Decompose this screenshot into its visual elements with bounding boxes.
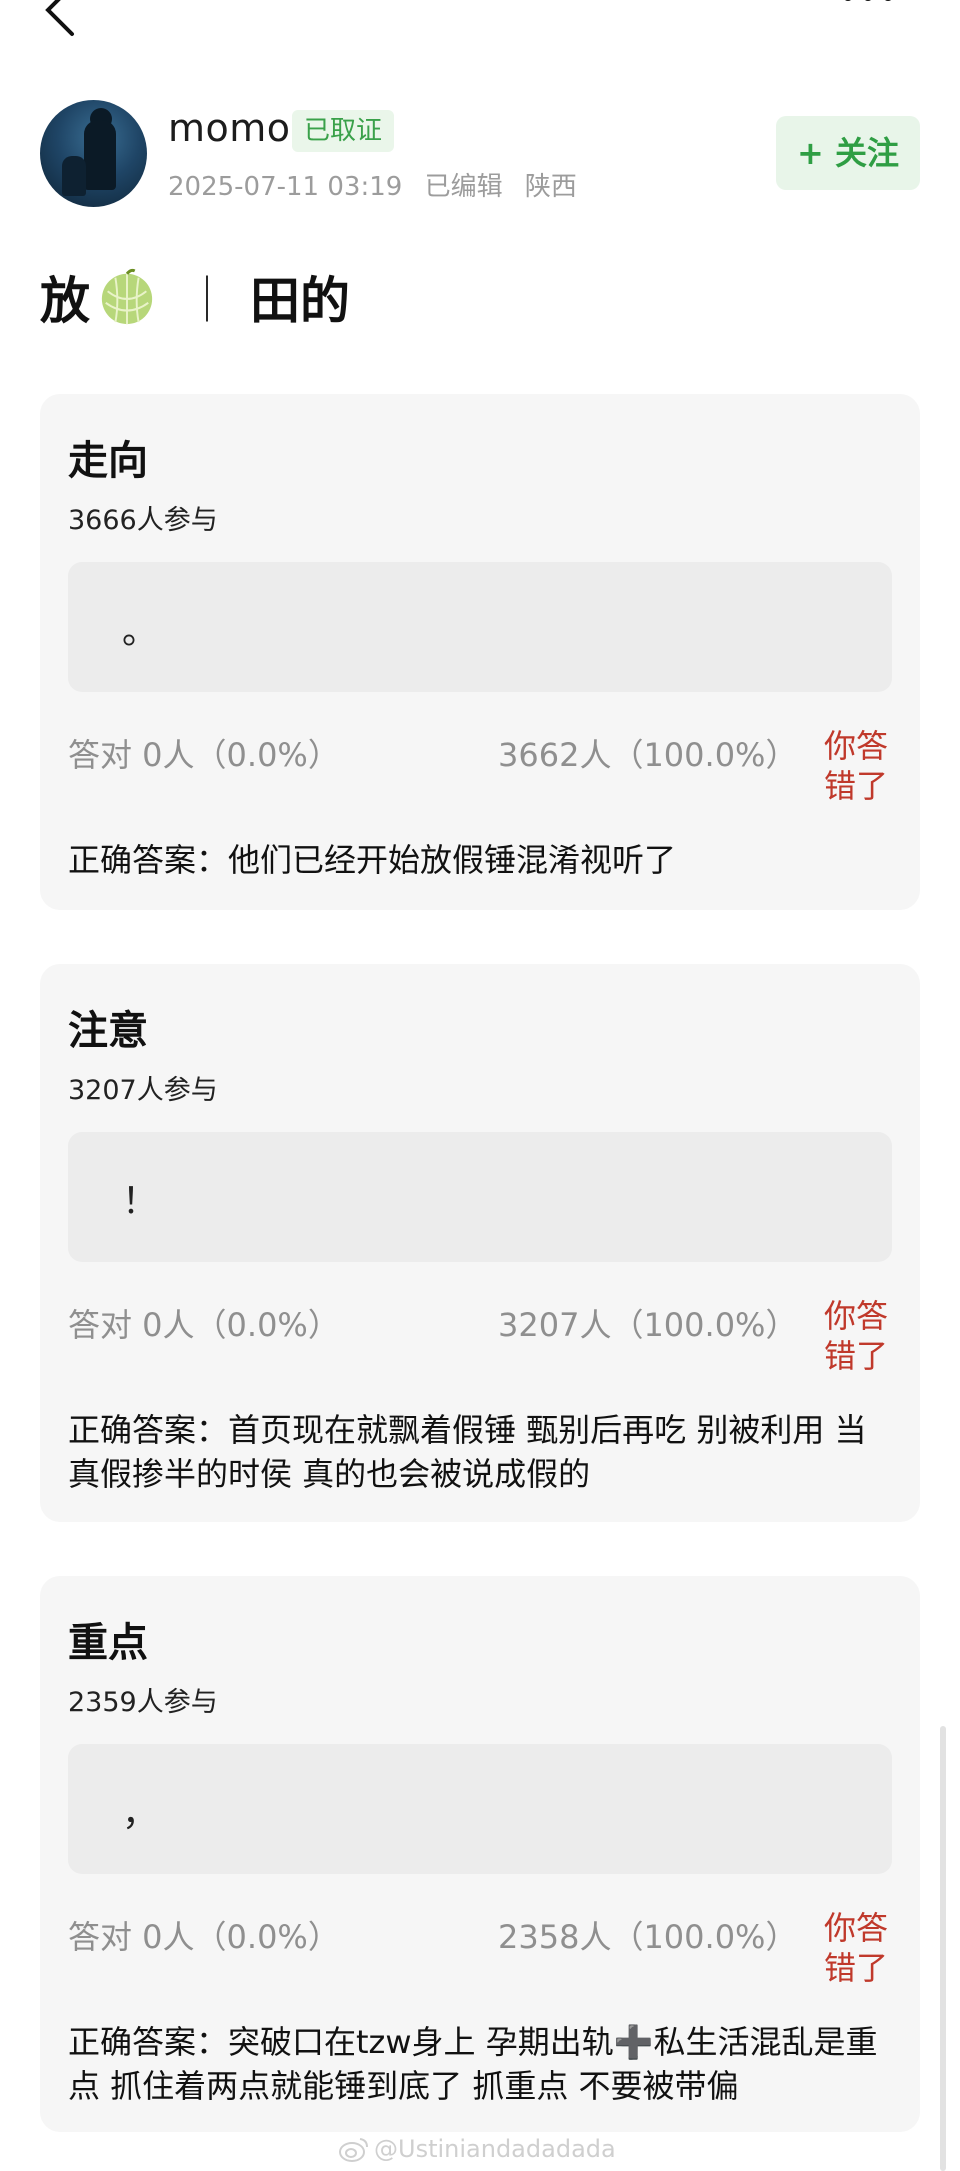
- correct-answer: 正确答案：突破口在tzw身上 孕期出轨➕私生活混乱是重点 抓住着两点就能锤到底了…: [68, 2023, 878, 2105]
- more-icon[interactable]: [838, 0, 898, 6]
- post-time: 2025-07-11 03:19: [168, 172, 403, 202]
- quiz-option-text: 。: [122, 611, 159, 652]
- post-location: 陕西: [524, 172, 577, 202]
- post-title: 放 ｜ 田的: [40, 262, 350, 332]
- wrong-stat: 3662人（100.0%）: [498, 736, 798, 774]
- verdict-label: 你答错了: [824, 727, 889, 805]
- verdict-label: 你答错了: [824, 1909, 889, 1987]
- quiz-card: 重点 2359人参与 ， 答对 0人（0.0%） 2358人（100.0%） 你…: [40, 1576, 920, 2132]
- top-nav-bar: [0, 0, 960, 40]
- correct-answer: 正确答案：他们已经开始放假锤混淆视听了: [68, 841, 677, 879]
- verdict-label: 你答错了: [824, 1297, 889, 1375]
- quiz-option[interactable]: 。: [68, 562, 892, 692]
- quiz-card: 走向 3666人参与 。 答对 0人（0.0%） 3662人（100.0%） 你…: [40, 394, 920, 910]
- edited-label: 已编辑: [424, 172, 503, 202]
- wrong-stat: 2358人（100.0%）: [498, 1918, 798, 1956]
- quiz-participants: 3666人参与: [68, 505, 218, 536]
- quiz-option-text: ，: [122, 1793, 159, 1834]
- quiz-title: 重点: [68, 1620, 148, 1666]
- post-title-left: 放: [40, 272, 90, 330]
- scrollbar[interactable]: [940, 1726, 946, 2171]
- wrong-stat: 3207人（100.0%）: [498, 1306, 798, 1344]
- back-arrow-icon[interactable]: [30, 0, 90, 38]
- quiz-title: 注意: [68, 1008, 148, 1054]
- quiz-option[interactable]: ，: [68, 1744, 892, 1874]
- quiz-participants: 2359人参与: [68, 1687, 218, 1718]
- author-header: momo 已取证 2025-07-11 03:19 已编辑 陕西 + 关注: [40, 100, 920, 210]
- quiz-title: 走向: [68, 438, 148, 484]
- quiz-card: 注意 3207人参与 ！ 答对 0人（0.0%） 3207人（100.0%） 你…: [40, 964, 920, 1522]
- melon-icon: [101, 268, 153, 325]
- username[interactable]: momo: [168, 106, 291, 150]
- correct-stat: 答对 0人（0.0%）: [68, 736, 340, 774]
- correct-answer: 正确答案：首页现在就飘着假锤 甄别后再吃 别被利用 当真假掺半的时侯 真的也会被…: [68, 1411, 867, 1493]
- title-separator: ｜: [184, 273, 230, 327]
- weibo-icon: [339, 2138, 368, 2162]
- quiz-option[interactable]: ！: [68, 1132, 892, 1262]
- watermark-text: @Ustiniandadadada: [374, 2135, 616, 2163]
- post-meta: 2025-07-11 03:19 已编辑 陕西: [168, 166, 591, 203]
- post-title-right: 田的: [250, 272, 350, 330]
- correct-stat: 答对 0人（0.0%）: [68, 1918, 340, 1956]
- follow-button[interactable]: + 关注: [776, 116, 920, 190]
- watermark: @Ustiniandadadada: [338, 2132, 616, 2166]
- quiz-participants: 3207人参与: [68, 1075, 218, 1106]
- correct-stat: 答对 0人（0.0%）: [68, 1306, 340, 1344]
- verified-badge: 已取证: [292, 110, 395, 152]
- avatar[interactable]: [40, 100, 147, 207]
- quiz-option-text: ！: [122, 1181, 159, 1222]
